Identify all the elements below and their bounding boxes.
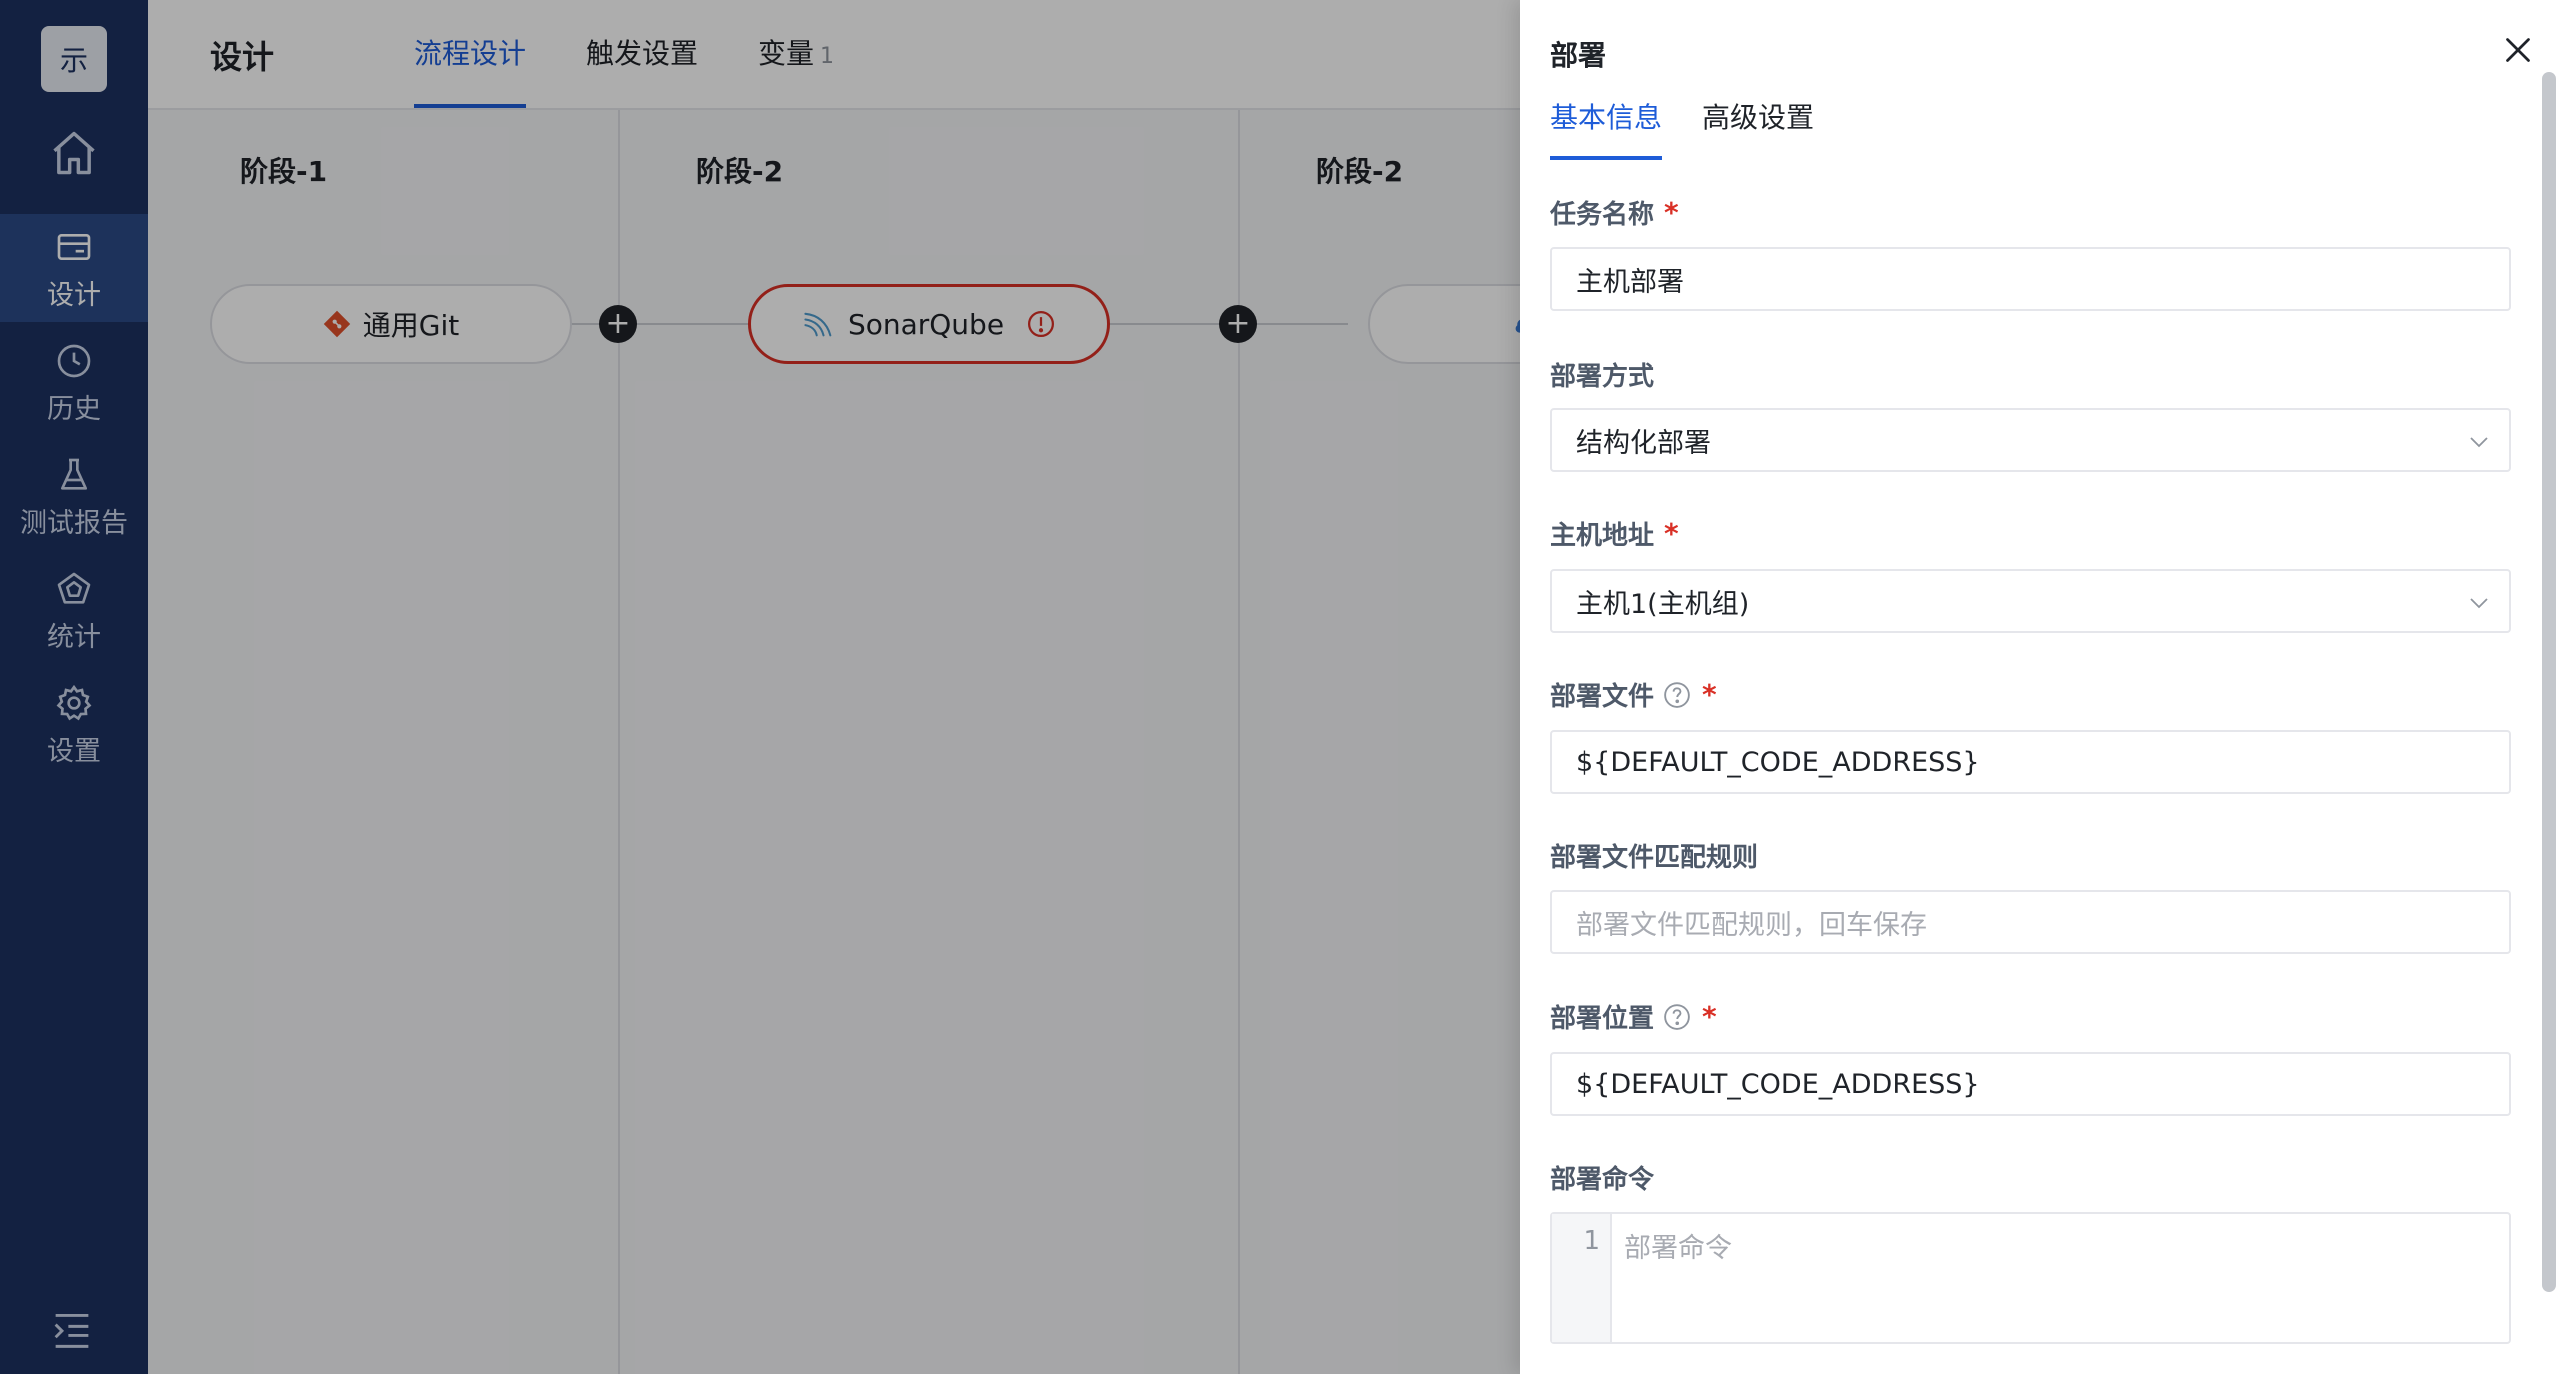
required-mark: * [1702,678,1717,711]
required-mark: * [1664,517,1679,550]
deploy-location-input[interactable]: ${DEFAULT_CODE_ADDRESS} [1550,1052,2511,1116]
editor-placeholder: 部署命令 [1624,1233,1732,1264]
close-icon[interactable] [2500,32,2536,68]
deploy-file-input[interactable]: ${DEFAULT_CODE_ADDRESS} [1550,730,2511,794]
required-mark: * [1664,196,1679,229]
match-rule-label: 部署文件匹配规则 [1550,843,1759,873]
deploy-file-label: 部署文件 * [1550,678,1717,712]
deploy-method-label: 部署方式 [1550,362,1655,392]
drawer-scrollbar[interactable] [2542,72,2556,1292]
modal-overlay[interactable] [0,0,1520,1374]
deploy-command-label: 部署命令 [1550,1165,1655,1195]
tab-basic-info[interactable]: 基本信息 [1550,96,1663,160]
tab-advanced-settings[interactable]: 高级设置 [1702,96,1814,160]
task-name-label: 任务名称 * [1550,196,1679,230]
host-address-select[interactable]: 主机1(主机组) [1550,569,2511,633]
chevron-down-icon [2470,598,2488,609]
match-rule-input[interactable]: 部署文件匹配规则，回车保存 [1550,890,2511,954]
help-icon[interactable] [1662,1002,1692,1032]
line-number-gutter: 1 [1552,1214,1612,1342]
deploy-command-editor[interactable]: 1 部署命令 [1550,1212,2511,1344]
host-address-label: 主机地址 * [1550,517,1679,551]
deploy-method-select[interactable]: 结构化部署 [1550,408,2511,472]
required-mark: * [1702,1000,1717,1033]
chevron-down-icon [2470,437,2488,448]
task-name-input[interactable]: 主机部署 [1550,247,2511,311]
deploy-config-drawer: 部署 基本信息 高级设置 任务名称 * 主机部署 部署方式 结构化部署 主机地址 *… [1520,0,2560,1374]
deploy-location-label: 部署位置 * [1550,1000,1717,1034]
drawer-title: 部署 [1550,39,1607,72]
help-icon[interactable] [1662,680,1692,710]
